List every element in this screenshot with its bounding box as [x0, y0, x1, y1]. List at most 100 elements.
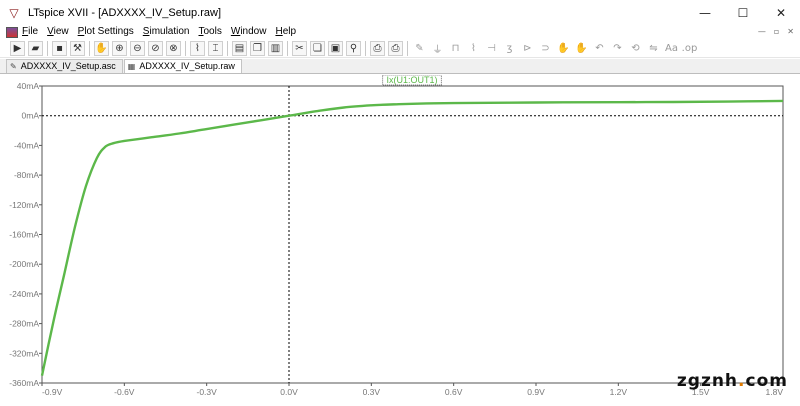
open-button[interactable]: ▰ — [28, 40, 43, 56]
wire-button[interactable]: ✎ — [412, 41, 427, 56]
ground-button[interactable]: ⏚ — [430, 41, 445, 56]
menu-tools[interactable]: Tools — [199, 26, 222, 38]
resistor-button[interactable]: ⌇ — [466, 41, 481, 56]
autorange-button[interactable]: ⌇ — [190, 40, 205, 56]
label-icon: ⊓ — [451, 42, 460, 54]
spice-directive-button[interactable]: .op — [682, 41, 698, 56]
capacitor-button[interactable]: ⊣ — [484, 41, 499, 56]
ground-icon: ⏚ — [432, 44, 443, 56]
tile-horizontal-button[interactable]: ▤ — [232, 40, 247, 56]
menu-view[interactable]: View — [47, 26, 69, 38]
autorange-icon: ⌇ — [195, 42, 200, 54]
undo-button[interactable]: ↶ — [592, 41, 607, 56]
component-button[interactable]: ⊃ — [538, 41, 553, 56]
maximize-button[interactable]: ☐ — [724, 0, 762, 26]
window-controls: — ☐ ✕ — [686, 0, 800, 26]
zoom-out-icon: ⊖ — [133, 42, 142, 54]
fit-button[interactable]: ⌶ — [208, 40, 223, 56]
zoom-in-button[interactable]: ⊕ — [112, 40, 127, 56]
copy-button[interactable]: ❏ — [310, 40, 325, 56]
rotate-button[interactable]: ⟲ — [628, 41, 643, 56]
component-icon: ⊃ — [541, 42, 550, 54]
document-close-button[interactable]: ✕ — [787, 26, 794, 38]
mirror-button[interactable]: ⇋ — [646, 41, 661, 56]
y-tick-label: 0mA — [22, 111, 40, 121]
save-button[interactable]: ▪ — [52, 40, 67, 56]
zoom-fit-button[interactable]: ⊗ — [166, 40, 181, 56]
pan-icon: ✋ — [95, 42, 108, 54]
control-panel-icon: ⚒ — [73, 42, 82, 54]
capacitor-icon: ⊣ — [487, 42, 496, 54]
cascade-icon: ❐ — [253, 42, 262, 54]
zoom-area-button[interactable]: ⊘ — [148, 40, 163, 56]
label-button[interactable]: ⊓ — [448, 41, 463, 56]
x-tick-label: -0.3V — [197, 387, 218, 397]
y-tick-label: -200mA — [9, 259, 39, 269]
x-tick-label: 1.2V — [610, 387, 628, 397]
x-axis-ticks: -0.9V -0.6V -0.3V 0.0V 0.3V 0.6V 0.9V 1.2V 1.5V 1… — [41, 383, 784, 397]
zoom-area-icon: ⊘ — [151, 42, 160, 54]
redo-button[interactable]: ↷ — [610, 41, 625, 56]
print-preview-icon: ⎙ — [373, 42, 382, 54]
print-icon: ⎙ — [391, 42, 400, 54]
close-button[interactable]: ✕ — [762, 0, 800, 26]
toolbar-separator — [227, 40, 228, 56]
x-tick-label: -0.6V — [114, 387, 135, 397]
trace-label[interactable]: Ix(U1:OUT1) — [386, 75, 437, 85]
drag-button[interactable]: ✋ — [574, 41, 589, 56]
toolbar-separator — [47, 40, 48, 56]
tile-horizontal-icon: ▤ — [234, 42, 245, 54]
paste-button[interactable]: ▣ — [328, 40, 343, 56]
save-icon: ▪ — [56, 42, 63, 54]
waveform-viewer[interactable]: Ix(U1:OUT1) 40mA 0mA -40mA -80mA -120mA -160m… — [0, 74, 800, 406]
inductor-button[interactable]: ʒ — [502, 41, 517, 56]
print-button[interactable]: ⎙ — [388, 40, 403, 56]
run-icon: ▶ — [13, 42, 22, 54]
menu-file[interactable]: File — [22, 26, 38, 38]
cascade-button[interactable]: ❐ — [250, 40, 265, 56]
print-preview-button[interactable]: ⎙ — [370, 40, 385, 56]
zoom-in-icon: ⊕ — [115, 42, 124, 54]
y-tick-label: -360mA — [9, 378, 39, 388]
document-icon[interactable] — [6, 26, 18, 38]
move-icon: ✋ — [557, 42, 570, 54]
tab-schematic[interactable]: ✎ ADXXXX_IV_Setup.asc — [6, 59, 123, 73]
document-restore-button[interactable]: ▫ — [774, 26, 779, 38]
open-icon: ▰ — [31, 42, 40, 54]
toolbar-separator — [287, 40, 288, 56]
waveform-plot[interactable]: Ix(U1:OUT1) 40mA 0mA -40mA -80mA -120mA -160m… — [0, 74, 800, 406]
menu-window[interactable]: Window — [231, 26, 267, 38]
wire-icon: ✎ — [415, 42, 424, 54]
pan-button[interactable]: ✋ — [94, 40, 109, 56]
redo-icon: ↷ — [613, 42, 622, 54]
menu-plot-settings[interactable]: Plot Settings — [78, 26, 134, 38]
menu-help[interactable]: Help — [275, 26, 296, 38]
toolbar-separator — [89, 40, 90, 56]
find-button[interactable]: ⚲ — [346, 40, 361, 56]
y-tick-label: -120mA — [9, 200, 39, 210]
run-button[interactable]: ▶ — [10, 40, 25, 56]
tab-waveform[interactable]: ▦ ADXXXX_IV_Setup.raw — [123, 59, 242, 73]
drag-icon: ✋ — [575, 42, 588, 54]
zoom-out-button[interactable]: ⊖ — [130, 40, 145, 56]
trace-label-group[interactable]: Ix(U1:OUT1) — [382, 74, 442, 86]
diode-button[interactable]: ⊳ — [520, 41, 535, 56]
trace-ix-u1-out1[interactable] — [40, 99, 784, 376]
find-icon: ⚲ — [349, 42, 358, 54]
text-button[interactable]: Aa — [664, 41, 679, 56]
paste-icon: ▣ — [330, 42, 341, 54]
tile-vertical-button[interactable]: ▥ — [268, 40, 283, 56]
move-button[interactable]: ✋ — [556, 41, 571, 56]
copy-icon: ❏ — [313, 42, 322, 54]
x-tick-label: 0.0V — [280, 387, 298, 397]
tab-label: ADXXXX_IV_Setup.raw — [139, 61, 235, 71]
diode-icon: ⊳ — [523, 42, 532, 54]
minimize-button[interactable]: — — [686, 0, 724, 26]
control-panel-button[interactable]: ⚒ — [70, 40, 85, 56]
text-icon: Aa — [665, 42, 678, 54]
document-minimize-button[interactable]: — — [758, 26, 766, 38]
cut-button[interactable]: ✂ — [292, 40, 307, 56]
window-title: LTspice XVII - [ADXXXX_IV_Setup.raw] — [28, 7, 221, 19]
mirror-icon: ⇋ — [649, 42, 658, 54]
menu-simulation[interactable]: Simulation — [143, 26, 190, 38]
